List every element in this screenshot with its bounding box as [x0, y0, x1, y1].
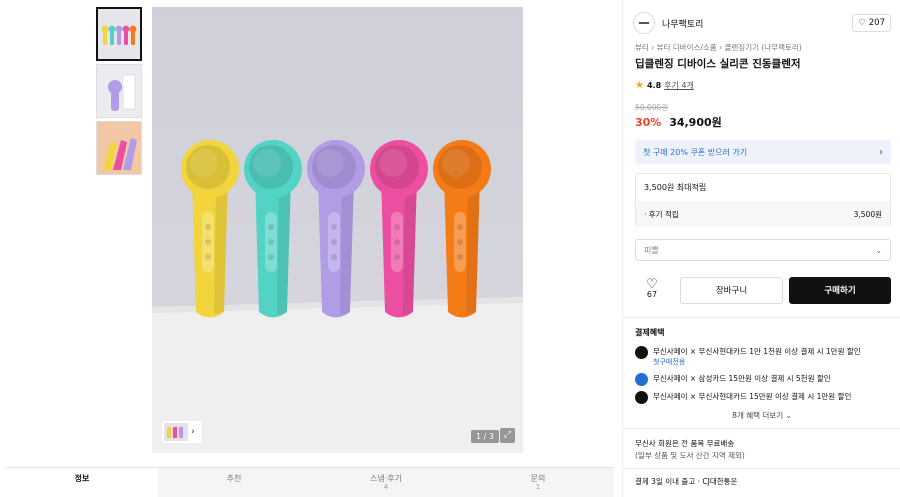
tab-count: 1 — [535, 483, 541, 491]
action-row: ♡ 67 장바구니 구매하기 — [635, 276, 891, 304]
tab-reviews[interactable]: 스냅·후기 4 — [310, 468, 462, 497]
like-count: 67 — [646, 290, 658, 299]
tab-count: 4 — [383, 483, 389, 491]
rating-row: ★ 4.8 후기 4개 — [635, 80, 694, 91]
chevron-right-icon: › — [879, 146, 883, 158]
tab-inquiry[interactable]: 문의 1 — [462, 468, 614, 497]
main-product-image[interactable]: › 1 / 3 ⤢ — [152, 7, 523, 453]
points-row-value: 3,500원 — [853, 209, 882, 219]
breadcrumb-item[interactable]: 클렌징기기 (나무팩토리) — [725, 43, 802, 52]
chevron-down-icon: ⌄ — [875, 245, 882, 255]
chevron-down-icon: ⌄ — [785, 411, 792, 420]
payment-benefit: 무신사페이 × 삼성카드 15만원 이상 결제 시 5천원 할인 — [635, 373, 891, 386]
product-info-panel: 나무팩토리 ♡ 207 뷰티 › 뷰티 디바이스/소품 › 클렌징기기 (나무팩… — [622, 0, 900, 497]
breadcrumb-item[interactable]: 뷰티 — [635, 43, 649, 52]
buy-button[interactable]: 구매하기 — [789, 276, 891, 304]
coupon-text: 첫 구매 20% 쿠폰 받으러 가기 — [643, 147, 748, 157]
thumbnail-2[interactable] — [96, 64, 142, 118]
breadcrumb: 뷰티 › 뷰티 디바이스/소품 › 클렌징기기 (나무팩토리) — [635, 42, 802, 53]
brand-logo[interactable] — [633, 12, 655, 34]
sale-price: 34,900원 — [669, 116, 722, 129]
payment-benefit-text: 무신사페이 × 무신사현대카드 15만원 이상 결제 시 1만원 할인 — [653, 392, 852, 401]
breadcrumb-item[interactable]: 뷰티 디바이스/소품 — [657, 43, 717, 52]
card-icon — [635, 373, 648, 386]
tab-label: 정보 — [74, 474, 90, 483]
tab-label: 추천 — [226, 474, 242, 483]
points-row-label: · 후기 적립 — [644, 209, 679, 219]
more-benefits-label: 8개 혜택 더보기 — [732, 411, 784, 420]
discount-rate: 30% — [635, 116, 662, 129]
mini-preview[interactable]: › — [162, 421, 202, 443]
image-pager: 1 / 3 — [471, 430, 499, 443]
divider — [623, 317, 900, 318]
tab-recommend[interactable]: 추천 — [158, 468, 310, 497]
brand-like-count: 207 — [868, 18, 885, 28]
divider — [623, 428, 900, 429]
brand-name[interactable]: 나무팩토리 — [662, 17, 703, 30]
payment-benefit-tag: 첫구매전용 — [653, 358, 686, 366]
divider — [623, 468, 900, 469]
shipping-line-3: 결제 3일 이내 출고 · CJ대한통운 — [635, 477, 738, 486]
thumbnail-3[interactable] — [96, 121, 142, 175]
star-icon: ★ — [635, 80, 644, 91]
shipping-line-2: (일부 상품 및 도서 산간 지역 제외) — [635, 451, 745, 460]
card-icon — [635, 391, 648, 404]
detail-tabs: 정보 추천 스냅·후기 4 문의 1 — [6, 467, 614, 497]
tab-info[interactable]: 정보 — [6, 468, 158, 497]
heart-icon: ♡ — [646, 277, 658, 292]
coupon-banner[interactable]: 첫 구매 20% 쿠폰 받으러 가기 › — [635, 140, 891, 164]
expand-icon[interactable]: ⤢ — [500, 428, 515, 443]
brand-row: 나무팩토리 ♡ 207 — [633, 11, 891, 35]
payment-benefit: 무신사페이 × 무신사현대카드 15만원 이상 결제 시 1만원 할인 — [635, 391, 891, 404]
payment-benefit: 무신사페이 × 무신사현대카드 1만 1천원 이상 결제 시 1만원 할인 첫구… — [635, 346, 891, 368]
chevron-right-icon: › — [191, 427, 195, 437]
review-link[interactable]: 후기 4개 — [664, 80, 694, 91]
points-box: 3,500원 최대적립 · 후기 적립 3,500원 — [635, 173, 891, 227]
like-button[interactable]: ♡ 67 — [635, 277, 669, 300]
option-placeholder: 피쁠 — [644, 245, 659, 255]
heart-icon: ♡ — [858, 18, 866, 28]
cart-button[interactable]: 장바구니 — [680, 276, 783, 304]
product-title: 딥클렌징 디바이스 실리콘 진동클렌저 — [635, 58, 801, 70]
original-price: 50,000원 — [635, 103, 669, 112]
shipping-info: 무신사 회원은 전 품목 무료배송 (일부 상품 및 도서 산간 지역 제외) — [635, 438, 745, 462]
tab-label: 문의 — [530, 474, 546, 483]
payment-benefit-text: 무신사페이 × 삼성카드 15만원 이상 결제 시 5천원 할인 — [653, 374, 831, 383]
thumbnail-list — [96, 7, 142, 178]
points-row: · 후기 적립 3,500원 — [636, 201, 890, 227]
tab-label: 스냅·후기 — [370, 474, 402, 483]
shipping-line-1: 무신사 회원은 전 품목 무료배송 — [635, 439, 735, 448]
price-row: 30% 34,900원 — [635, 114, 722, 130]
thumbnail-1[interactable] — [96, 7, 142, 61]
points-head: 3,500원 최대적립 — [644, 183, 707, 192]
rating-value: 4.8 — [646, 81, 662, 90]
card-icon — [635, 346, 648, 359]
brand-like-button[interactable]: ♡ 207 — [852, 14, 891, 32]
more-benefits-button[interactable]: 8개 혜택 더보기 ⌄ — [623, 410, 900, 421]
payment-title: 결제혜택 — [635, 328, 665, 337]
option-select[interactable]: 피쁠 ⌄ — [635, 239, 891, 261]
payment-benefit-text: 무신사페이 × 무신사현대카드 1만 1천원 이상 결제 시 1만원 할인 — [653, 347, 861, 356]
